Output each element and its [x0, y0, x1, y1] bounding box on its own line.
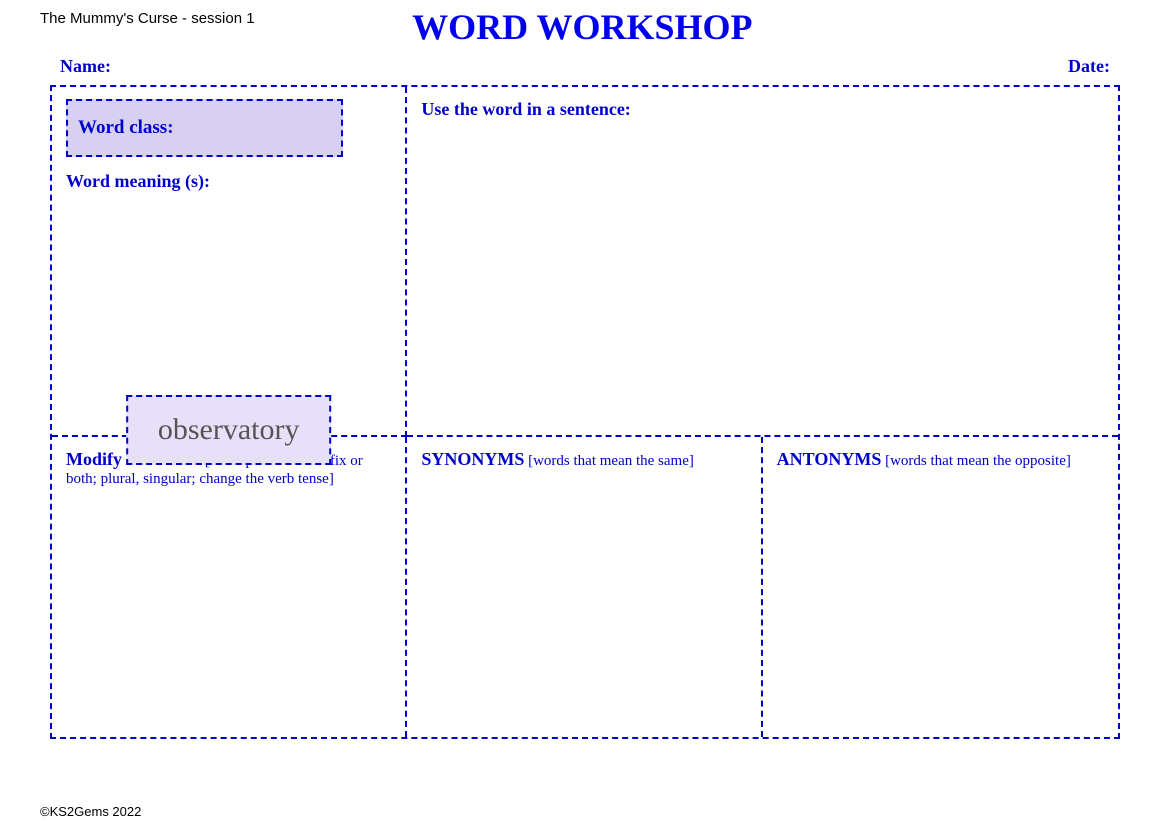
top-right-section: Use the word in a sentence: — [407, 87, 1118, 437]
antonyms-label: ANTONYMS [words that mean the opposite] — [777, 449, 1104, 470]
word-center-container: observatory — [126, 395, 332, 465]
word-meaning-label: Word meaning (s): — [66, 171, 391, 192]
top-left-section: Word class: Word meaning (s): observator… — [52, 87, 407, 437]
word-class-box: Word class: — [66, 99, 343, 157]
center-word: observatory — [158, 413, 300, 446]
main-title: WORD WORKSHOP — [255, 6, 910, 48]
bottom-middle-section: SYNONYMS [words that mean the same] — [407, 437, 762, 737]
footer: ©KS2Gems 2022 — [40, 804, 141, 819]
copyright: ©KS2Gems 2022 — [40, 804, 141, 819]
center-word-box: observatory — [126, 395, 332, 465]
subtitle: The Mummy's Curse - session 1 — [40, 10, 255, 27]
word-class-label: Word class: — [78, 117, 174, 138]
name-label: Name: — [60, 56, 111, 77]
main-grid: Word class: Word meaning (s): observator… — [50, 85, 1120, 739]
synonyms-label-bold: SYNONYMS — [421, 449, 524, 469]
synonyms-label-normal: [words that mean the same] — [524, 453, 694, 469]
synonyms-label: SYNONYMS [words that mean the same] — [421, 449, 746, 470]
bottom-right-section: ANTONYMS [words that mean the opposite] — [763, 437, 1118, 737]
sentence-label: Use the word in a sentence: — [421, 99, 630, 119]
page-container: The Mummy's Curse - session 1 WORD WORKS… — [0, 0, 1170, 827]
date-label: Date: — [1068, 56, 1110, 77]
antonyms-label-bold: ANTONYMS — [777, 449, 882, 469]
name-date-row: Name: Date: — [40, 56, 1130, 77]
bottom-left-section: Modify the word: [add a prefix or a suff… — [52, 437, 407, 737]
antonyms-label-normal: [words that mean the opposite] — [881, 453, 1071, 469]
header-row: The Mummy's Curse - session 1 WORD WORKS… — [40, 10, 1130, 48]
